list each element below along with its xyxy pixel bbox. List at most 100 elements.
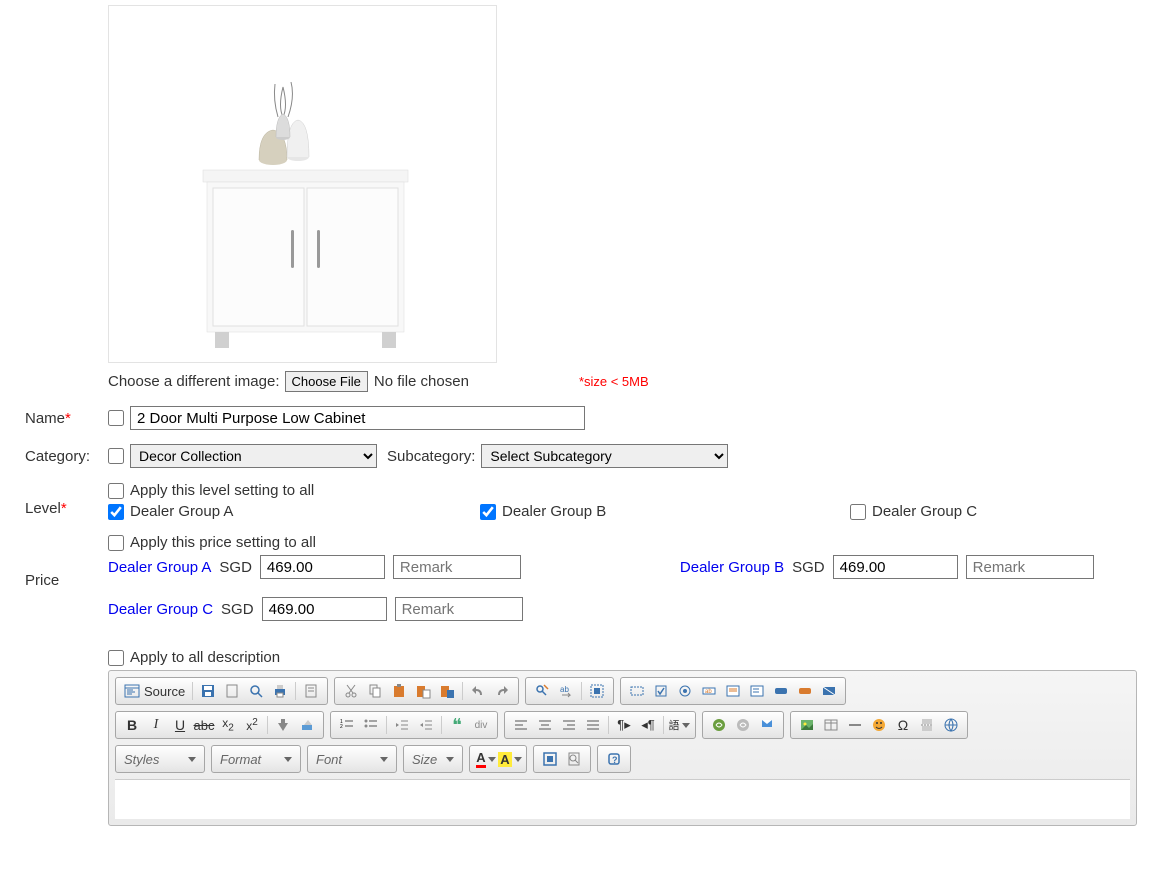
align-center-icon[interactable]	[533, 714, 557, 736]
removeformat-icon[interactable]	[295, 714, 319, 736]
hidden-icon[interactable]	[817, 680, 841, 702]
remark-b-input[interactable]	[966, 555, 1094, 579]
bgcolor-icon[interactable]: A	[498, 748, 522, 770]
find-icon[interactable]	[530, 680, 554, 702]
hr-icon[interactable]	[843, 714, 867, 736]
level-group-c-label: Dealer Group C	[872, 503, 977, 520]
price-c-input[interactable]	[262, 597, 387, 621]
cut-icon[interactable]	[339, 680, 363, 702]
subscript-icon[interactable]: x2	[216, 714, 240, 736]
indent-icon[interactable]	[414, 714, 438, 736]
bold-icon[interactable]: B	[120, 714, 144, 736]
source-label: Source	[144, 684, 185, 699]
outdent-icon[interactable]	[390, 714, 414, 736]
font-select[interactable]: Font	[307, 745, 397, 773]
align-left-icon[interactable]	[509, 714, 533, 736]
textfield-icon[interactable]: ab	[697, 680, 721, 702]
blockquote-icon[interactable]: ❝	[445, 714, 469, 736]
name-input[interactable]	[130, 406, 585, 430]
undo-icon[interactable]	[466, 680, 490, 702]
align-justify-icon[interactable]	[581, 714, 605, 736]
price-group-a-link[interactable]: Dealer Group A	[108, 559, 211, 576]
textcolor-icon[interactable]: A	[474, 748, 498, 770]
choose-file-button[interactable]: Choose File	[285, 371, 368, 392]
selectall-icon[interactable]	[585, 680, 609, 702]
numlist-icon[interactable]: 12	[335, 714, 359, 736]
category-apply-checkbox[interactable]	[108, 448, 124, 464]
redo-icon[interactable]	[490, 680, 514, 702]
newpage-icon[interactable]	[220, 680, 244, 702]
strike-icon[interactable]: abc	[192, 714, 216, 736]
specialchar-icon[interactable]: Ω	[891, 714, 915, 736]
level-group-b-checkbox[interactable]	[480, 504, 496, 520]
category-label: Category:	[25, 448, 108, 465]
name-label: Name*	[25, 410, 108, 427]
currency-c: SGD	[221, 601, 254, 618]
copyformat-icon[interactable]	[271, 714, 295, 736]
format-select[interactable]: Format	[211, 745, 301, 773]
div-icon[interactable]: div	[469, 714, 493, 736]
rich-text-editor: Source	[108, 670, 1137, 826]
price-group-b-link[interactable]: Dealer Group B	[680, 559, 784, 576]
unlink-icon[interactable]	[731, 714, 755, 736]
smiley-icon[interactable]	[867, 714, 891, 736]
table-icon[interactable]	[819, 714, 843, 736]
size-select[interactable]: Size	[403, 745, 463, 773]
cabinet-illustration	[163, 82, 443, 362]
level-group-c-checkbox[interactable]	[850, 504, 866, 520]
italic-icon[interactable]: I	[144, 714, 168, 736]
subcategory-select[interactable]: Select Subcategory	[481, 444, 728, 468]
iframe-icon[interactable]	[939, 714, 963, 736]
preview-icon[interactable]	[244, 680, 268, 702]
rtl-icon[interactable]: ◂¶	[636, 714, 660, 736]
editor-toolbar-row-3: Styles Format Font Size A A	[115, 745, 1130, 773]
textarea-icon[interactable]	[721, 680, 745, 702]
imagebutton-icon[interactable]	[793, 680, 817, 702]
anchor-icon[interactable]	[755, 714, 779, 736]
editor-body[interactable]	[115, 779, 1130, 819]
replace-icon[interactable]: ab	[554, 680, 578, 702]
print-icon[interactable]	[268, 680, 292, 702]
price-apply-all-checkbox[interactable]	[108, 535, 124, 551]
copy-icon[interactable]	[363, 680, 387, 702]
remark-a-input[interactable]	[393, 555, 521, 579]
svg-text:2: 2	[340, 724, 343, 730]
price-b-input[interactable]	[833, 555, 958, 579]
link-icon[interactable]	[707, 714, 731, 736]
language-icon[interactable]: 語	[667, 714, 691, 736]
bulllist-icon[interactable]	[359, 714, 383, 736]
pagebreak-icon[interactable]	[915, 714, 939, 736]
save-icon[interactable]	[196, 680, 220, 702]
button-icon[interactable]	[769, 680, 793, 702]
about-icon[interactable]: ?	[602, 748, 626, 770]
price-group-c-link[interactable]: Dealer Group C	[108, 601, 213, 618]
align-right-icon[interactable]	[557, 714, 581, 736]
price-apply-all-label: Apply this price setting to all	[130, 534, 316, 551]
ltr-icon[interactable]: ¶▸	[612, 714, 636, 736]
level-apply-all-checkbox[interactable]	[108, 483, 124, 499]
price-a-input[interactable]	[260, 555, 385, 579]
form-icon[interactable]	[625, 680, 649, 702]
desc-apply-all-checkbox[interactable]	[108, 650, 124, 666]
paste-word-icon[interactable]	[435, 680, 459, 702]
showblocks-icon[interactable]	[562, 748, 586, 770]
maximize-icon[interactable]	[538, 748, 562, 770]
source-button[interactable]	[120, 680, 144, 702]
paste-text-icon[interactable]	[411, 680, 435, 702]
radio-icon[interactable]	[673, 680, 697, 702]
name-apply-checkbox[interactable]	[108, 410, 124, 426]
image-icon[interactable]	[795, 714, 819, 736]
paste-icon[interactable]	[387, 680, 411, 702]
level-group-a-label: Dealer Group A	[130, 503, 233, 520]
checkbox-icon[interactable]	[649, 680, 673, 702]
styles-select[interactable]: Styles	[115, 745, 205, 773]
remark-c-input[interactable]	[395, 597, 523, 621]
underline-icon[interactable]: U	[168, 714, 192, 736]
select-icon[interactable]	[745, 680, 769, 702]
category-select[interactable]: Decor Collection	[130, 444, 377, 468]
svg-text:ab: ab	[560, 685, 569, 694]
superscript-icon[interactable]: x2	[240, 714, 264, 736]
level-group-a-checkbox[interactable]	[108, 504, 124, 520]
templates-icon[interactable]	[299, 680, 323, 702]
desc-apply-all-label: Apply to all description	[130, 649, 280, 666]
